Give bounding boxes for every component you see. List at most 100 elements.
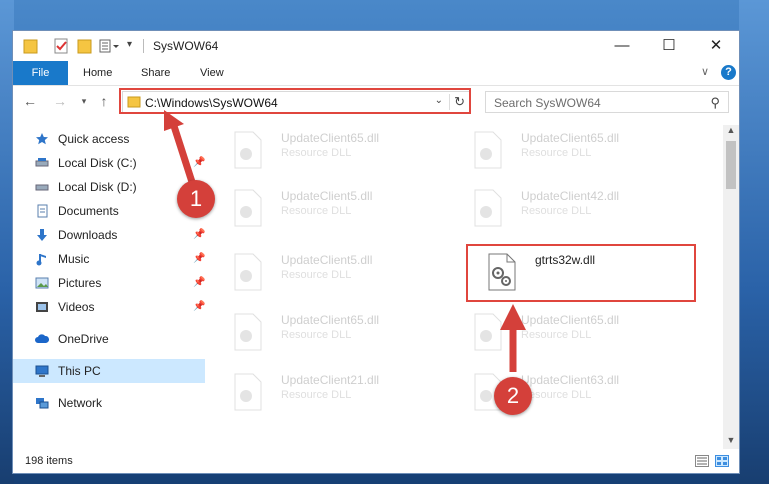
close-button[interactable]: ✕ (693, 31, 739, 61)
file-item[interactable]: UpdateClient5.dll Resource DLL (217, 249, 437, 297)
file-type: Resource DLL (521, 147, 592, 159)
file-type: Resource DLL (521, 205, 592, 217)
dll-file-icon (234, 253, 262, 291)
dll-file-icon (474, 131, 502, 169)
folder-icon (23, 39, 38, 54)
search-icon[interactable]: ⚲ (710, 95, 720, 111)
file-name: UpdateClient65.dll (521, 131, 620, 145)
expand-ribbon-icon[interactable]: ∨ (701, 65, 709, 78)
file-item[interactable]: UpdateClient65.dll Resource DLL (217, 127, 437, 175)
minimize-button[interactable]: — (599, 31, 645, 61)
search-input[interactable]: Search SysWOW64 ⚲ (485, 91, 729, 113)
file-name: UpdateClient65.dll (281, 131, 380, 145)
new-folder-icon[interactable] (77, 37, 93, 55)
drive-icon (35, 158, 49, 167)
sidebar-item-pictures[interactable]: Pictures 📌 (13, 271, 205, 295)
file-name: UpdateClient65.dll (281, 313, 380, 327)
sidebar-item-label: Local Disk (C:) (58, 156, 137, 170)
music-icon (36, 254, 46, 266)
large-icons-view-icon[interactable] (715, 455, 729, 467)
documents-icon (37, 204, 48, 218)
window-title: SysWOW64 (153, 39, 219, 53)
details-view-icon[interactable] (695, 455, 709, 467)
navigation-pane: Quick access Local Disk (C:) 📌 Local Dis… (13, 125, 205, 445)
scroll-up-icon[interactable]: ▲ (723, 125, 739, 139)
address-bar-highlight (119, 88, 471, 114)
up-arrow-icon[interactable]: ↑ (97, 94, 111, 108)
tab-view[interactable]: View (200, 61, 224, 85)
file-type: Resource DLL (281, 269, 352, 281)
scroll-thumb[interactable] (726, 141, 736, 189)
cloud-icon (35, 334, 49, 343)
sidebar-item-local-disk-c[interactable]: Local Disk (C:) 📌 (13, 151, 205, 175)
computer-icon (35, 365, 49, 377)
back-arrow-icon[interactable]: ← (23, 94, 37, 108)
drive-icon (35, 184, 49, 191)
file-type: Resource DLL (281, 329, 352, 341)
maximize-button[interactable]: ☐ (646, 31, 692, 61)
file-item[interactable]: UpdateClient65.dll Resource DLL (457, 309, 677, 357)
dll-file-icon (234, 313, 262, 351)
sidebar-item-label: Local Disk (D:) (58, 180, 137, 194)
sidebar-item-label: Network (58, 396, 103, 410)
item-count: 198 items (25, 455, 73, 467)
help-icon[interactable]: ? (721, 65, 736, 80)
dll-file-icon (474, 189, 502, 227)
vertical-scrollbar[interactable]: ▲ ▼ (723, 125, 739, 449)
sidebar-item-videos[interactable]: Videos 📌 (13, 295, 205, 319)
forward-arrow-icon[interactable]: → (53, 94, 67, 108)
properties-icon[interactable] (53, 37, 69, 55)
file-type: Resource DLL (281, 389, 352, 401)
title-separator (143, 39, 144, 53)
sidebar-item-label: Downloads (58, 228, 118, 242)
pictures-icon (35, 277, 49, 289)
tab-file[interactable]: File (13, 61, 68, 85)
network-icon (36, 398, 49, 409)
step-1-badge: 1 (177, 180, 215, 218)
file-name: UpdateClient5.dll (281, 189, 373, 203)
scroll-down-icon[interactable]: ▼ (723, 435, 739, 449)
sidebar-item-this-pc[interactable]: This PC (13, 359, 205, 383)
tab-home[interactable]: Home (83, 61, 112, 85)
file-item[interactable]: UpdateClient65.dll Resource DLL (457, 127, 677, 175)
dll-file-icon (474, 313, 502, 351)
sidebar-item-label: Documents (58, 204, 119, 218)
pin-icon[interactable]: 📌 (193, 151, 205, 175)
file-item[interactable]: UpdateClient21.dll Resource DLL (217, 369, 437, 417)
file-name: UpdateClient42.dll (521, 189, 620, 203)
videos-icon (36, 302, 48, 312)
sidebar-item-quick-access[interactable]: Quick access (13, 127, 205, 151)
title-bar: ▾ SysWOW64 — ☐ ✕ (13, 31, 739, 61)
file-item[interactable]: UpdateClient5.dll Resource DLL (217, 185, 437, 233)
file-highlight (466, 244, 696, 302)
recent-locations-icon[interactable]: ▾ (77, 94, 91, 108)
pin-icon[interactable]: 📌 (193, 271, 205, 295)
tab-share[interactable]: Share (141, 61, 170, 85)
dll-file-icon (234, 189, 262, 227)
sidebar-item-label: OneDrive (58, 332, 109, 346)
star-icon (36, 133, 48, 145)
sidebar-item-documents[interactable]: Documents (13, 199, 205, 223)
file-item[interactable]: UpdateClient65.dll Resource DLL (217, 309, 437, 357)
file-item[interactable]: UpdateClient63.dll Resource DLL (457, 369, 677, 417)
quick-access-dropdown-icon[interactable]: ▾ (127, 39, 132, 50)
customize-toolbar-icon[interactable] (99, 37, 121, 55)
sidebar-item-onedrive[interactable]: OneDrive (13, 327, 205, 351)
pin-icon[interactable]: 📌 (193, 247, 205, 271)
download-icon (37, 229, 47, 241)
file-type: Resource DLL (281, 147, 352, 159)
sidebar-item-label: This PC (58, 364, 101, 378)
pin-icon[interactable]: 📌 (193, 223, 205, 247)
desktop-background-right (739, 0, 769, 484)
sidebar-item-downloads[interactable]: Downloads 📌 (13, 223, 205, 247)
pin-icon[interactable]: 📌 (193, 295, 205, 319)
sidebar-item-music[interactable]: Music 📌 (13, 247, 205, 271)
file-item[interactable]: UpdateClient42.dll Resource DLL (457, 185, 677, 233)
sidebar-item-network[interactable]: Network (13, 391, 205, 415)
sidebar-item-label: Music (58, 252, 90, 266)
status-bar: 198 items (13, 449, 739, 473)
file-name: UpdateClient65.dll (521, 313, 620, 327)
sidebar-item-label: Videos (58, 300, 95, 314)
search-placeholder: Search SysWOW64 (494, 96, 601, 110)
file-name: UpdateClient21.dll (281, 373, 380, 387)
